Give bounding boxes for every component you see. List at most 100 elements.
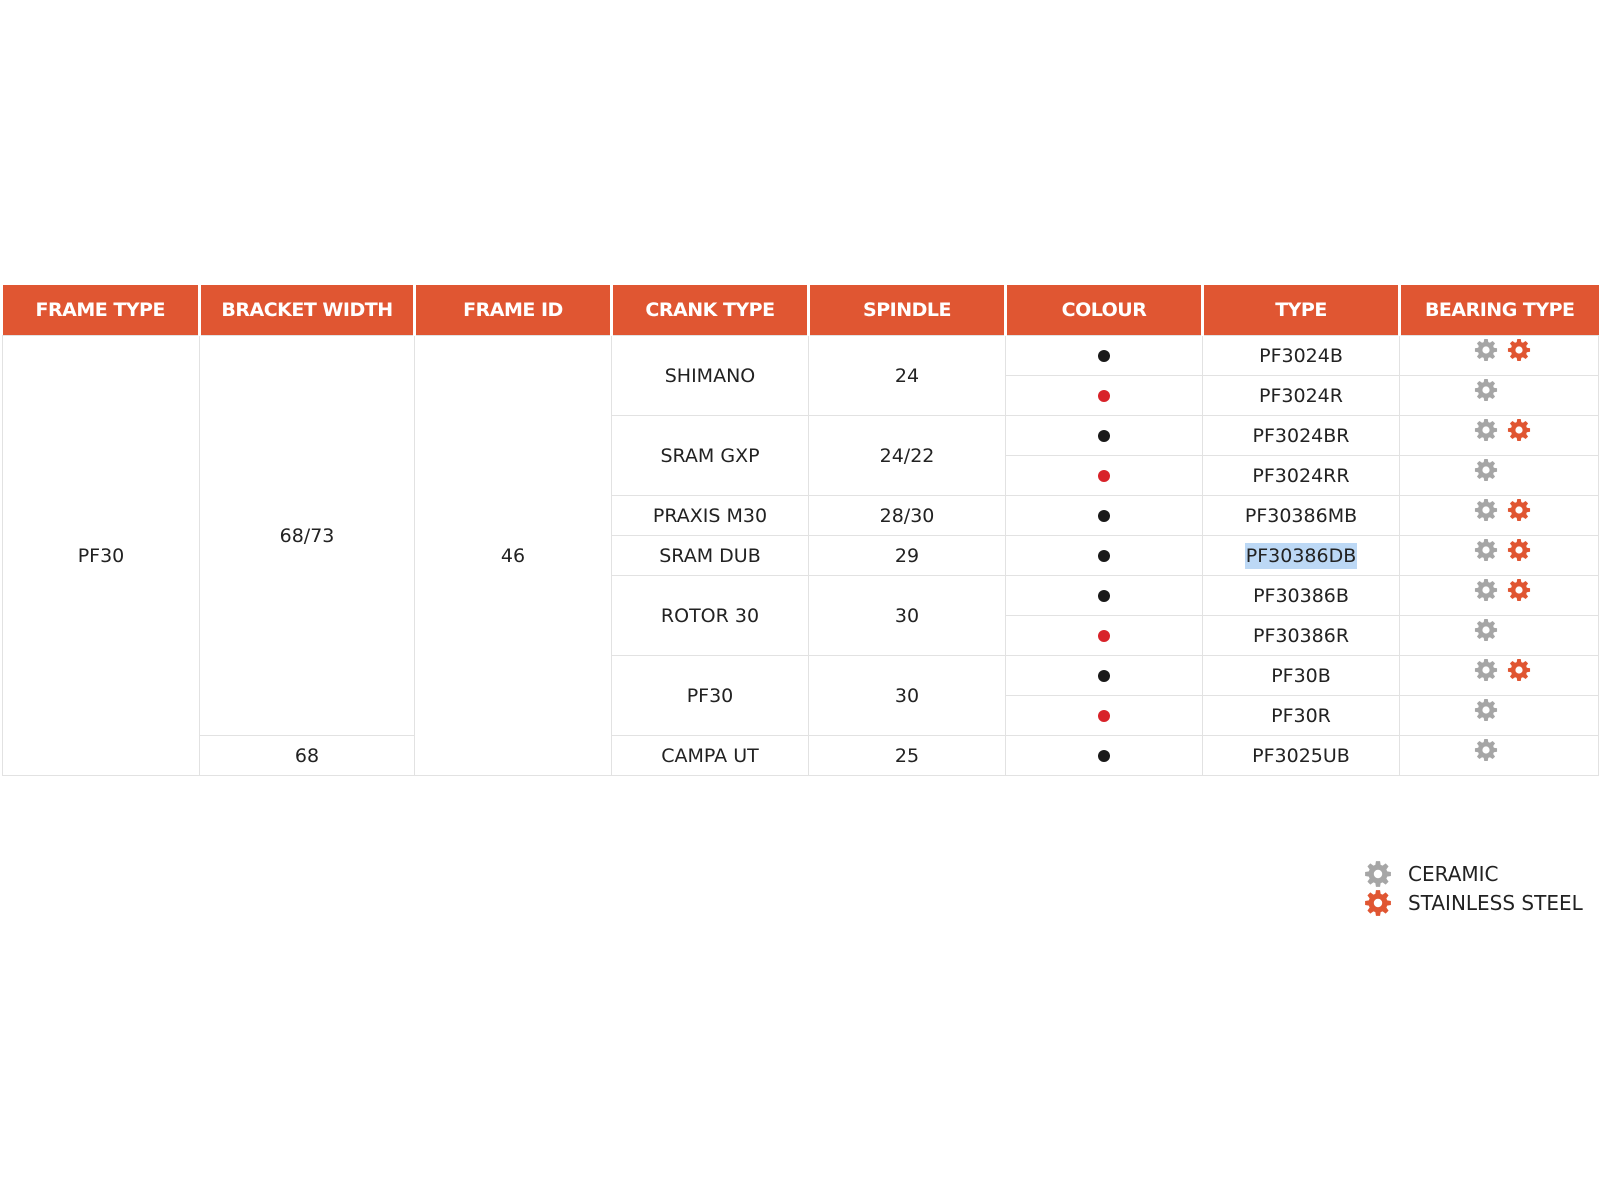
type-code: PF30B — [1271, 664, 1331, 687]
crank-type-cell: ROTOR 30 — [611, 575, 809, 656]
bearing-legend: CERAMIC STAINLESS STEEL — [1364, 859, 1583, 917]
black-dot-icon — [1098, 350, 1110, 362]
red-dot-icon — [1098, 470, 1110, 482]
spindle-cell: 24/22 — [808, 415, 1006, 496]
black-dot-icon — [1098, 430, 1110, 442]
bearing-type-cell — [1399, 615, 1599, 656]
ceramic-gear-icon — [1474, 458, 1498, 482]
ceramic-gear-icon — [1474, 698, 1498, 722]
colour-cell — [1005, 375, 1203, 416]
crank-type-cell: SRAM DUB — [611, 535, 809, 576]
bearing-type-cell — [1399, 735, 1599, 776]
type-cell[interactable]: PF30B — [1202, 655, 1400, 696]
type-code: PF30386R — [1252, 624, 1350, 647]
header-colour: COLOUR — [1004, 285, 1203, 336]
ceramic-gear-icon — [1474, 498, 1498, 522]
colour-cell — [1005, 655, 1203, 696]
red-dot-icon — [1098, 390, 1110, 402]
ceramic-gear-icon — [1474, 738, 1498, 762]
type-code: PF3025UB — [1252, 744, 1350, 767]
type-code: PF3024B — [1259, 344, 1343, 367]
stainless-steel-gear-icon — [1507, 658, 1531, 682]
frame-type-cell: PF30 — [2, 335, 200, 776]
bearing-type-cell — [1399, 655, 1599, 696]
legend-label-stainless-steel: STAINLESS STEEL — [1408, 890, 1583, 915]
ceramic-gear-icon — [1474, 618, 1498, 642]
table-row: 68 CAMPA UT 25 PF3025UB — [3, 735, 1599, 776]
gear-icon — [1364, 860, 1392, 888]
type-cell[interactable]: PF30R — [1202, 695, 1400, 736]
header-crank-type: CRANK TYPE — [610, 285, 809, 336]
colour-cell — [1005, 535, 1203, 576]
header-spindle: SPINDLE — [807, 285, 1006, 336]
bearing-type-cell — [1399, 415, 1599, 456]
crank-type-cell: SHIMANO — [611, 335, 809, 416]
type-code: PF3024R — [1259, 384, 1343, 407]
spindle-cell: 30 — [808, 575, 1006, 656]
type-cell[interactable]: PF3024R — [1202, 375, 1400, 416]
type-cell[interactable]: PF30386R — [1202, 615, 1400, 656]
type-cell[interactable]: PF3024RR — [1202, 455, 1400, 496]
type-cell[interactable]: PF30386DB — [1202, 535, 1400, 576]
ceramic-gear-icon — [1474, 338, 1498, 362]
bearing-type-cell — [1399, 455, 1599, 496]
type-cell[interactable]: PF3025UB — [1202, 735, 1400, 776]
crank-type-cell: SRAM GXP — [611, 415, 809, 496]
bracket-width-cell: 68 — [199, 735, 415, 776]
crank-type-cell: PF30 — [611, 655, 809, 736]
type-cell[interactable]: PF3024BR — [1202, 415, 1400, 456]
black-dot-icon — [1098, 590, 1110, 602]
ceramic-gear-icon — [1474, 418, 1498, 442]
type-code: PF30386MB — [1244, 504, 1358, 527]
bearing-type-cell — [1399, 495, 1599, 536]
type-code: PF30R — [1271, 704, 1331, 727]
type-cell[interactable]: PF30386MB — [1202, 495, 1400, 536]
colour-cell — [1005, 575, 1203, 616]
black-dot-icon — [1098, 550, 1110, 562]
table-row: PF30 68/73 46 SHIMANO 24 PF3024B — [2, 335, 1599, 776]
ceramic-gear-icon — [1474, 378, 1498, 402]
header-type: TYPE — [1201, 285, 1400, 336]
header-bearing-type: BEARING TYPE — [1398, 285, 1599, 336]
colour-cell — [1005, 695, 1203, 736]
bearing-type-cell — [1399, 695, 1599, 736]
bearing-icons — [1474, 618, 1536, 642]
type-code: PF3024BR — [1252, 424, 1350, 447]
crank-type-cell: PRAXIS M30 — [611, 495, 809, 536]
bearing-icons — [1474, 698, 1536, 722]
bearing-type-cell — [1399, 575, 1599, 616]
red-dot-icon — [1098, 710, 1110, 722]
colour-cell — [1005, 735, 1203, 776]
frame-id-cell: 46 — [414, 335, 612, 776]
bracket-width-cell: 68/73 — [199, 335, 415, 736]
ceramic-gear-icon — [1474, 658, 1498, 682]
spindle-cell: 24 — [808, 335, 1006, 416]
bottom-bracket-spec-table: FRAME TYPE BRACKET WIDTH FRAME ID CRANK … — [2, 285, 1599, 776]
header-bracket-width: BRACKET WIDTH — [198, 285, 415, 336]
bearing-icons — [1474, 738, 1536, 762]
black-dot-icon — [1098, 510, 1110, 522]
bearing-type-cell — [1399, 535, 1599, 576]
stainless-steel-gear-icon — [1507, 538, 1531, 562]
type-code: PF30386B — [1253, 584, 1349, 607]
type-code: PF3024RR — [1252, 464, 1350, 487]
type-cell[interactable]: PF30386B — [1202, 575, 1400, 616]
bearing-icons — [1474, 538, 1536, 562]
bearing-type-cell — [1399, 335, 1599, 376]
type-cell[interactable]: PF3024B — [1202, 335, 1400, 376]
crank-type-cell: CAMPA UT — [611, 735, 809, 776]
bearing-icons — [1474, 498, 1536, 522]
spindle-cell: 25 — [808, 735, 1006, 776]
header-frame-id: FRAME ID — [413, 285, 612, 336]
bearing-icons — [1474, 378, 1536, 402]
type-code: PF30386DB — [1244, 542, 1358, 569]
spindle-cell: 28/30 — [808, 495, 1006, 536]
bearing-type-cell — [1399, 375, 1599, 416]
legend-item-stainless-steel: STAINLESS STEEL — [1364, 888, 1583, 917]
bearing-icons — [1474, 338, 1536, 362]
colour-cell — [1005, 615, 1203, 656]
table-header-row: FRAME TYPE BRACKET WIDTH FRAME ID CRANK … — [2, 285, 1599, 336]
legend-item-ceramic: CERAMIC — [1364, 859, 1583, 888]
colour-cell — [1005, 335, 1203, 376]
header-frame-type: FRAME TYPE — [2, 285, 200, 336]
